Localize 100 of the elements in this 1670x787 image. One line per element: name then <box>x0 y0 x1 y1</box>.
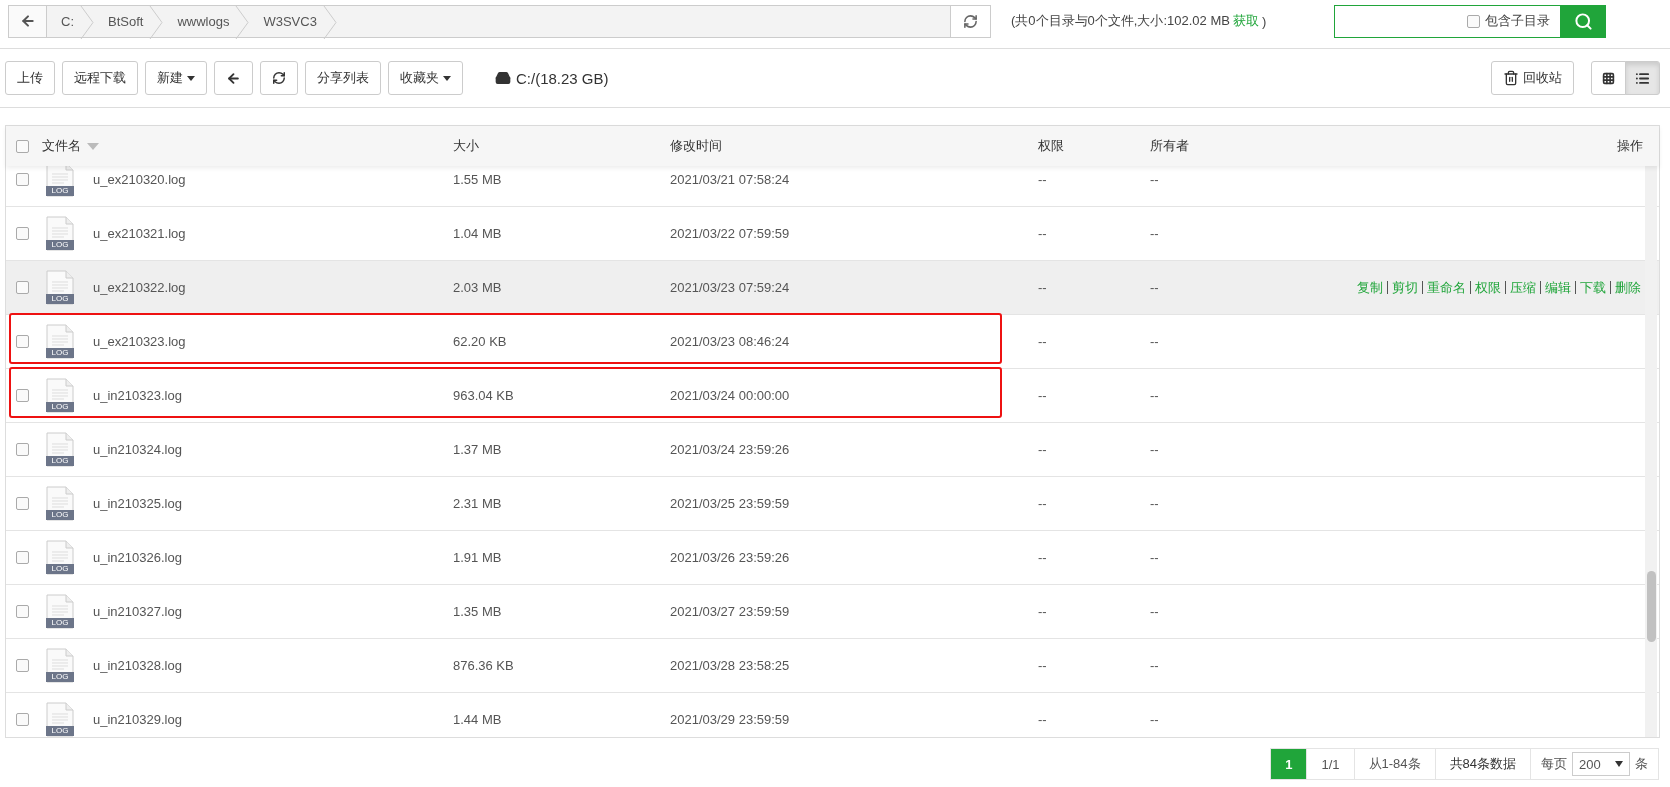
caret-icon <box>1615 761 1623 767</box>
dropdown-button[interactable]: 收藏夹 <box>388 61 463 95</box>
file-type-label: LOG <box>46 455 74 466</box>
caret-icon <box>443 75 451 81</box>
owner-cell-text: -- <box>1150 442 1160 457</box>
table-row[interactable]: LOG u_ex210322.log 2.03 MB 2021/03/23 07:59:24 -- -- 复制 剪切 重命名 权限 压缩 编辑 下载 删除 <box>6 261 1659 315</box>
checkbox[interactable] <box>15 605 29 618</box>
dropdown-button[interactable]: 新建 <box>145 61 207 95</box>
toolbar-button[interactable]: 上传 <box>5 61 55 95</box>
refresh-icon <box>272 71 286 85</box>
owner-cell-text: -- <box>1150 712 1160 727</box>
column-header[interactable]: 文件名 <box>38 137 453 155</box>
modified-time: 2021/03/29 23:59:59 <box>670 712 791 727</box>
per-page-unit: 条 <box>1635 755 1648 773</box>
file-name[interactable]: u_ex210320.log <box>93 172 453 187</box>
record-range: 从1-84条 <box>1353 748 1436 780</box>
checkbox[interactable] <box>15 389 29 402</box>
checkbox[interactable] <box>15 281 29 294</box>
file-size: 1.55 MB <box>453 172 503 187</box>
checkbox[interactable] <box>15 551 29 564</box>
file-name[interactable]: u_ex210323.log <box>93 334 453 349</box>
file-name[interactable]: u_in210328.log <box>93 658 453 673</box>
file-size: 1.37 MB <box>453 442 503 457</box>
checkbox[interactable] <box>15 335 29 348</box>
permission-cell-text: -- <box>1038 712 1048 727</box>
checkbox[interactable] <box>15 497 29 510</box>
file-name[interactable]: u_in210325.log <box>93 496 453 511</box>
modified-time: 2021/03/25 23:59:59 <box>670 496 791 511</box>
file-type-label: LOG <box>46 347 74 358</box>
modified-time: 2021/03/23 07:59:24 <box>670 280 791 295</box>
file-name[interactable]: u_ex210322.log <box>93 280 453 295</box>
file-size: 1.44 MB <box>453 712 503 727</box>
file-type-label: LOG <box>46 509 74 520</box>
file-size: 2.31 MB <box>453 496 503 511</box>
owner-cell-text: -- <box>1150 334 1160 349</box>
owner-cell-text: -- <box>1150 604 1160 619</box>
permission-cell-text: -- <box>1038 172 1048 187</box>
table-row[interactable]: LOG u_ex210323.log 62.20 KB 2021/03/23 08:46:24 -- -- <box>6 315 1659 369</box>
permission-cell-text: -- <box>1038 226 1048 241</box>
file-type-label: LOG <box>46 671 74 682</box>
table-row[interactable]: LOG u_in210323.log 963.04 KB 2021/03/24 00:00:00 -- -- <box>6 369 1659 423</box>
checkbox[interactable] <box>15 139 29 153</box>
list-view-button[interactable] <box>1625 61 1660 95</box>
file-name[interactable]: u_in210324.log <box>93 442 453 457</box>
scrollbar[interactable] <box>1645 166 1657 737</box>
toolbar-button[interactable]: 远程下载 <box>62 61 138 95</box>
breadcrumb-link[interactable]: BtSoft <box>94 5 150 37</box>
file-name[interactable]: u_ex210321.log <box>93 226 453 241</box>
file-type-label: LOG <box>46 401 74 412</box>
file-size: 963.04 KB <box>453 388 515 403</box>
checkbox[interactable] <box>1467 14 1480 28</box>
drive-icon <box>495 70 511 86</box>
subdirectory-option[interactable]: 包含子目录 <box>1467 12 1550 30</box>
search-button[interactable] <box>1560 4 1606 38</box>
owner-cell-text: -- <box>1150 388 1160 403</box>
checkbox[interactable] <box>15 443 29 456</box>
checkbox[interactable] <box>15 227 29 240</box>
refresh-button[interactable] <box>260 61 298 95</box>
search-field[interactable]: 包含子目录 <box>1334 4 1606 38</box>
file-name[interactable]: u_in210329.log <box>93 712 453 727</box>
owner-cell-text: -- <box>1150 172 1160 187</box>
refresh-button[interactable] <box>951 4 991 38</box>
summary-end: ) <box>1261 13 1267 29</box>
checkbox[interactable] <box>15 713 29 726</box>
file-name[interactable]: u_in210327.log <box>93 604 453 619</box>
toolbar-button[interactable]: 分享列表 <box>305 61 381 95</box>
caret-icon <box>187 75 195 81</box>
checkbox[interactable] <box>15 659 29 672</box>
breadcrumb-link[interactable]: wwwlogs <box>163 5 236 37</box>
file-size: 876.36 KB <box>453 658 515 673</box>
modified-time: 2021/03/22 07:59:59 <box>670 226 791 241</box>
recycle-bin-button[interactable]: 回收站 <box>1491 61 1574 95</box>
file-name[interactable]: u_in210326.log <box>93 550 453 565</box>
grid-view-button[interactable] <box>1591 61 1626 95</box>
file-type-label: LOG <box>46 617 74 628</box>
permission-cell-text: -- <box>1038 550 1048 565</box>
file-name[interactable]: u_in210323.log <box>93 388 453 403</box>
permission-cell-text: -- <box>1038 496 1048 511</box>
table-row[interactable]: LOG u_ex210320.log 1.55 MB 2021/03/21 07:58:24 -- -- <box>6 166 1659 207</box>
per-page-select[interactable]: 200 <box>1572 752 1630 776</box>
back-button[interactable] <box>214 61 253 95</box>
file-type-label: LOG <box>46 563 74 574</box>
breadcrumb-link[interactable]: W3SVC3 <box>249 5 323 37</box>
trash-icon <box>1503 70 1519 86</box>
page-count: 1/1 <box>1306 748 1355 780</box>
owner-cell-text: -- <box>1150 496 1160 511</box>
back-button[interactable] <box>9 5 47 37</box>
file-type-label: LOG <box>46 725 74 736</box>
breadcrumb-link[interactable]: C: <box>47 5 80 37</box>
modified-time: 2021/03/27 23:59:59 <box>670 604 791 619</box>
column-header: 所有者 <box>1150 137 1190 155</box>
checkbox[interactable] <box>15 173 29 186</box>
permission-cell-text: -- <box>1038 334 1048 349</box>
column-header: 大小 <box>453 137 480 155</box>
permission-cell-text: -- <box>1038 280 1048 295</box>
modified-time: 2021/03/24 00:00:00 <box>670 388 791 403</box>
modified-time: 2021/03/21 07:58:24 <box>670 172 791 187</box>
grid-icon <box>1602 71 1615 85</box>
modified-time: 2021/03/26 23:59:26 <box>670 550 791 565</box>
column-header: 权限 <box>1038 137 1065 155</box>
